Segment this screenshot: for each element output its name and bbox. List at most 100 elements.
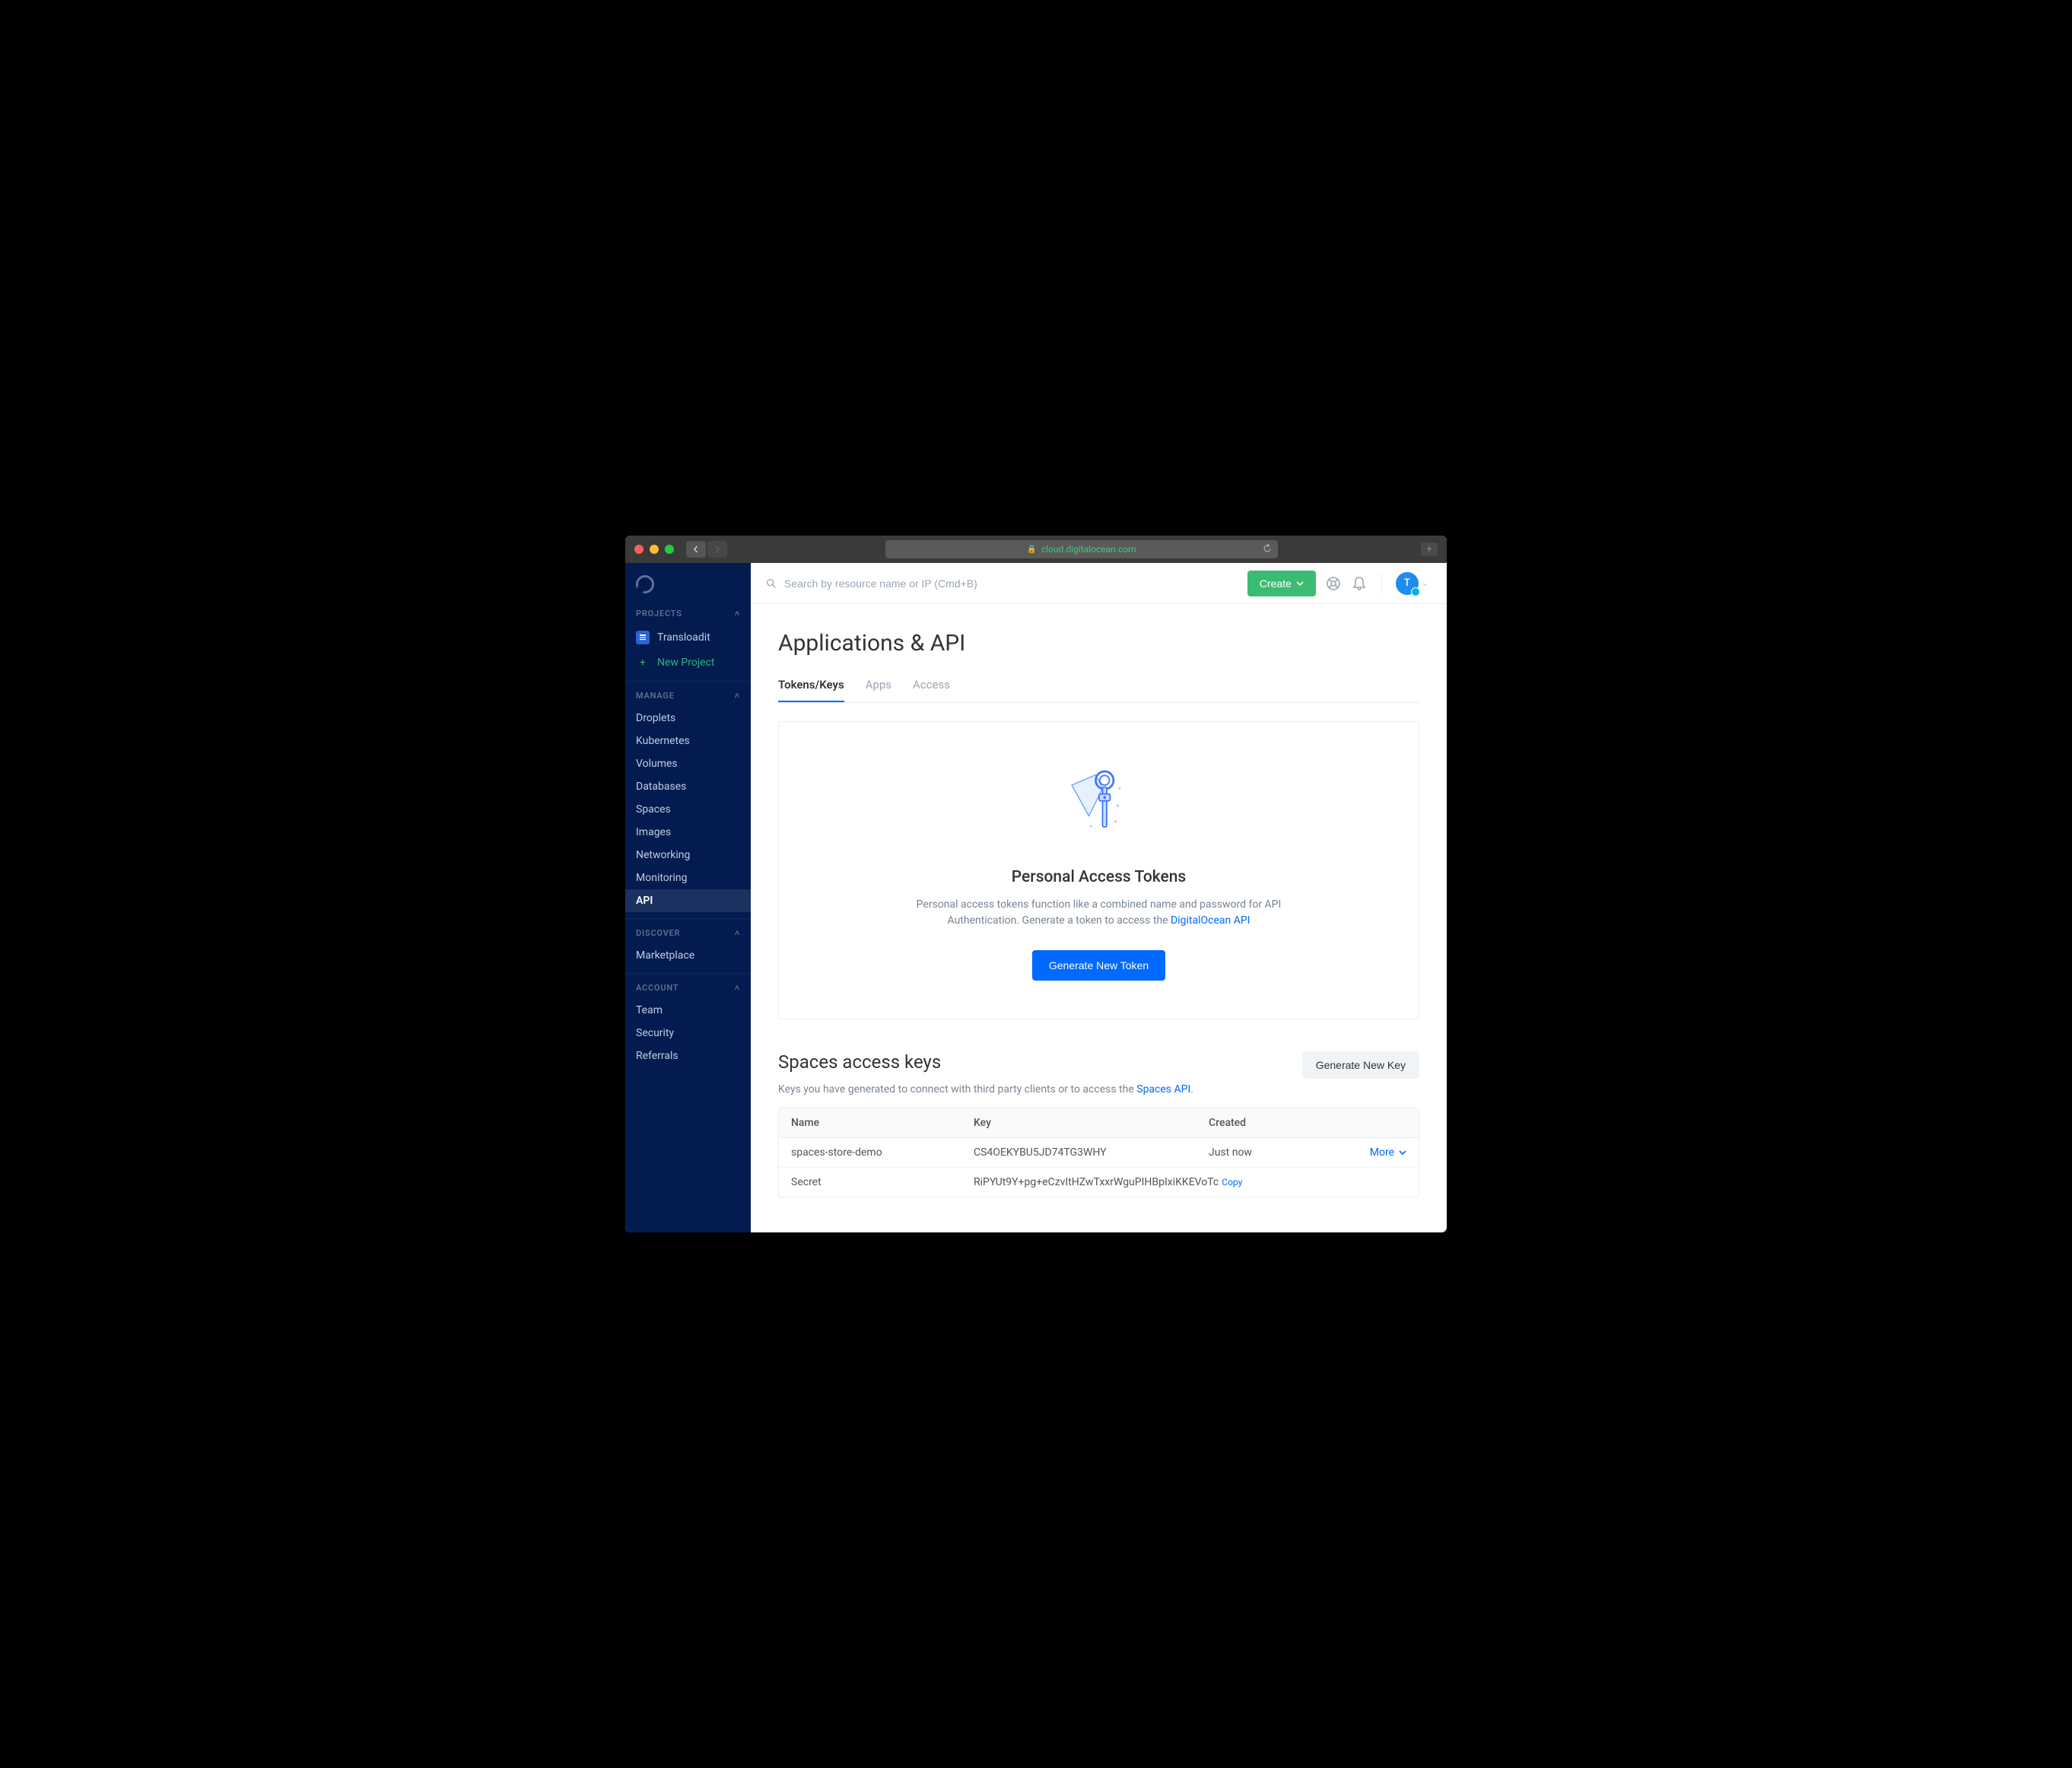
chevron-up-icon: ˄ [735, 691, 740, 701]
spaces-section-description: Keys you have generated to connect with … [778, 1083, 1419, 1095]
user-menu[interactable]: T ⌄ [1396, 572, 1428, 595]
sidebar-item-images[interactable]: Images [625, 821, 751, 844]
minimize-window[interactable] [650, 545, 659, 554]
manage-section-header[interactable]: MANAGE ˄ [625, 683, 751, 707]
table-row: Secret RiPYUt9Y+pg+eCzvItHZwTxxrWguPIHBp… [779, 1167, 1419, 1197]
chevron-down-icon [1296, 581, 1304, 586]
secret-label: Secret [791, 1176, 974, 1188]
sidebar-item-networking[interactable]: Networking [625, 844, 751, 867]
table-row: spaces-store-demo CS4OEKYBU5JD74TG3WHY J… [779, 1138, 1419, 1167]
chevron-down-icon [1399, 1150, 1406, 1155]
sidebar-item-security[interactable]: Security [625, 1022, 751, 1045]
window-controls [634, 545, 674, 554]
sidebar-item-team[interactable]: Team [625, 999, 751, 1022]
sidebar: PROJECTS ˄ Transloadit + New Project MAN… [625, 563, 751, 1232]
copy-button[interactable]: Copy [1222, 1177, 1242, 1188]
spaces-keys-table: Name Key Created spaces-store-demo CS4OE… [778, 1108, 1419, 1197]
main: Create T ⌄ Appl [751, 563, 1447, 1232]
generate-new-key-button[interactable]: Generate New Key [1302, 1051, 1419, 1079]
key-created: Just now [1209, 1146, 1346, 1159]
chevron-down-icon: ⌄ [1422, 578, 1428, 588]
chevron-up-icon: ˄ [735, 928, 740, 938]
sidebar-item-kubernetes[interactable]: Kubernetes [625, 730, 751, 752]
back-button[interactable] [686, 541, 706, 558]
discover-label: DISCOVER [636, 928, 680, 938]
logo-area [625, 563, 751, 601]
digitalocean-api-link[interactable]: DigitalOcean API [1171, 914, 1250, 927]
col-created: Created [1209, 1117, 1346, 1129]
nav-buttons [686, 541, 727, 558]
address-bar[interactable]: 🔒 cloud.digitalocean.com [885, 540, 1278, 558]
panel-heading: Personal Access Tokens [809, 868, 1388, 886]
new-project-button[interactable]: + New Project [625, 650, 751, 675]
avatar-initial: T [1404, 577, 1410, 589]
sidebar-project-transloadit[interactable]: Transloadit [625, 625, 751, 650]
tab-apps[interactable]: Apps [866, 678, 891, 702]
app: PROJECTS ˄ Transloadit + New Project MAN… [625, 563, 1447, 1232]
url-text: cloud.digitalocean.com [1041, 544, 1136, 555]
divider [625, 973, 751, 974]
notifications-icon[interactable] [1351, 575, 1368, 592]
digitalocean-logo-icon [636, 575, 654, 593]
spaces-section-header: Spaces access keys Generate New Key [778, 1051, 1419, 1079]
page-title: Applications & API [778, 630, 1419, 657]
tabs: Tokens/Keys Apps Access [778, 678, 1419, 703]
sidebar-item-marketplace[interactable]: Marketplace [625, 944, 751, 967]
projects-section-header[interactable]: PROJECTS ˄ [625, 601, 751, 625]
sidebar-item-api[interactable]: API [625, 889, 751, 912]
topbar: Create T ⌄ [751, 563, 1447, 604]
new-tab-button[interactable]: + [1421, 542, 1438, 556]
avatar: T [1396, 572, 1419, 595]
forward-button[interactable] [707, 541, 727, 558]
panel-description: Personal access tokens function like a c… [917, 897, 1282, 929]
maximize-window[interactable] [665, 545, 674, 554]
more-dropdown[interactable]: More [1346, 1146, 1406, 1159]
team-badge-icon [1411, 587, 1420, 596]
col-name: Name [791, 1117, 974, 1129]
manage-label: MANAGE [636, 691, 675, 701]
spaces-section-title: Spaces access keys [778, 1051, 941, 1073]
tab-access[interactable]: Access [913, 678, 950, 702]
close-window[interactable] [634, 545, 644, 554]
browser-window: 🔒 cloud.digitalocean.com + PROJECTS ˄ Tr… [625, 536, 1447, 1232]
content: Applications & API Tokens/Keys Apps Acce… [751, 604, 1447, 1228]
generate-new-token-button[interactable]: Generate New Token [1032, 950, 1165, 981]
sidebar-item-databases[interactable]: Databases [625, 775, 751, 798]
projects-label: PROJECTS [636, 609, 682, 618]
sidebar-item-volumes[interactable]: Volumes [625, 752, 751, 775]
browser-chrome: 🔒 cloud.digitalocean.com + [625, 536, 1447, 563]
search-icon [766, 578, 777, 589]
sidebar-item-droplets[interactable]: Droplets [625, 707, 751, 730]
sidebar-item-referrals[interactable]: Referrals [625, 1045, 751, 1067]
secret-cell: RiPYUt9Y+pg+eCzvItHZwTxxrWguPIHBpIxiKKEV… [974, 1176, 1242, 1188]
chevron-up-icon: ˄ [735, 609, 740, 618]
sidebar-item-spaces[interactable]: Spaces [625, 798, 751, 821]
account-section-header[interactable]: ACCOUNT ˄ [625, 975, 751, 999]
create-label: Create [1260, 577, 1292, 590]
discover-section-header[interactable]: DISCOVER ˄ [625, 921, 751, 944]
personal-access-tokens-panel: Personal Access Tokens Personal access t… [778, 721, 1419, 1019]
table-header: Name Key Created [779, 1108, 1419, 1138]
search [766, 577, 1238, 590]
key-name: spaces-store-demo [791, 1146, 974, 1159]
key-illustration-icon [1065, 768, 1133, 844]
reload-icon[interactable] [1263, 544, 1272, 555]
new-project-label: New Project [657, 657, 715, 669]
lock-icon: 🔒 [1027, 545, 1036, 554]
divider [625, 681, 751, 682]
tab-tokens-keys[interactable]: Tokens/Keys [778, 678, 844, 702]
account-label: ACCOUNT [636, 983, 678, 993]
col-key: Key [974, 1117, 1209, 1129]
chevron-up-icon: ˄ [735, 983, 740, 993]
divider [625, 918, 751, 919]
search-input[interactable] [784, 577, 1238, 590]
project-icon [636, 631, 650, 644]
plus-icon: + [636, 657, 650, 669]
spaces-api-link[interactable]: Spaces API [1136, 1083, 1190, 1095]
sidebar-item-monitoring[interactable]: Monitoring [625, 867, 751, 889]
key-value: CS4OEKYBU5JD74TG3WHY [974, 1146, 1209, 1159]
support-icon[interactable] [1325, 575, 1342, 592]
divider [1381, 573, 1382, 594]
create-button[interactable]: Create [1247, 571, 1316, 596]
secret-value: RiPYUt9Y+pg+eCzvItHZwTxxrWguPIHBpIxiKKEV… [974, 1176, 1219, 1188]
